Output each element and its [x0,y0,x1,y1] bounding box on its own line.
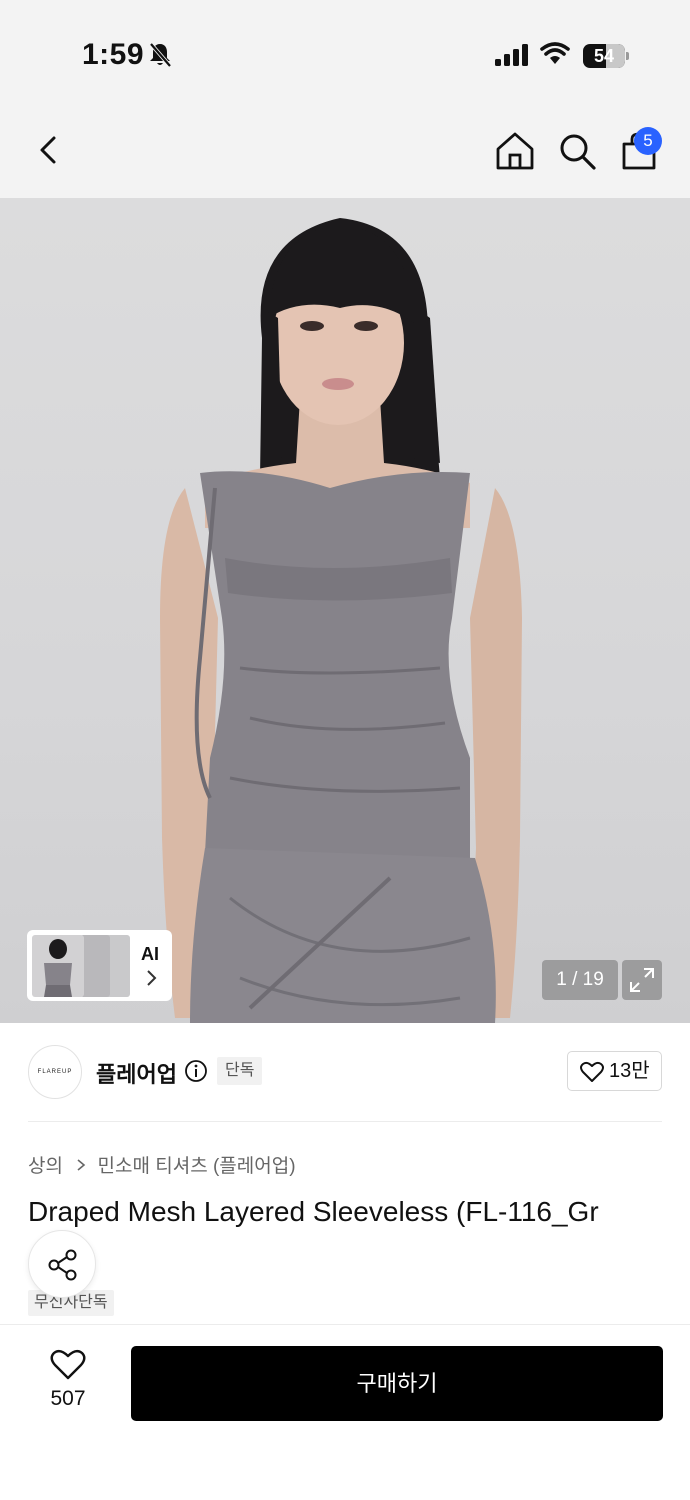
exclusive-badge: 단독 [217,1057,263,1085]
ai-label: AI [141,944,159,964]
bell-slash-icon [149,42,172,68]
divider [28,1121,662,1122]
share-button[interactable] [28,1230,96,1298]
product-title: Draped Mesh Layered Sleeveless (FL-116_G… [28,1196,599,1227]
wishlist-count: 507 [50,1387,86,1410]
buy-button[interactable]: 구매하기 [131,1346,663,1421]
share-icon [48,1249,77,1281]
chevron-right-icon [147,970,157,986]
thumbnail-model-icon [44,939,72,997]
thumbnail-image [32,935,84,997]
brand-logo[interactable]: FLAREUP [28,1045,82,1099]
breadcrumb: 상의 민소매 티셔츠 (플레어업) [28,1151,296,1178]
thumbnail-image [80,935,110,997]
chevron-right-icon [77,1159,86,1171]
breadcrumb-subcategory[interactable]: 민소매 티셔츠 (플레어업) [98,1156,296,1177]
top-nav-bar [0,100,690,198]
heart-icon [580,1061,604,1082]
brand-name[interactable]: 플레어업 [96,1057,177,1089]
expand-icon [630,968,654,992]
cart-count-badge: 5 [634,127,662,155]
status-bar: 1:59 54 [0,0,690,100]
info-icon[interactable] [184,1059,208,1083]
expand-button[interactable] [622,960,662,1000]
ai-thumbnail-strip[interactable] [27,930,172,1001]
signal-icon [495,44,528,66]
battery-icon: 54 [583,44,629,68]
search-icon[interactable] [556,130,598,172]
wishlist-button[interactable]: 507 [30,1345,106,1421]
status-time: 1:59 [82,38,145,71]
breadcrumb-category[interactable]: 상의 [28,1156,63,1177]
heart-icon [50,1349,86,1380]
wifi-icon [540,42,570,64]
product-image[interactable] [0,198,690,1023]
image-counter: 1 / 19 [542,960,618,1000]
brand-like-count: 13만 [609,1060,650,1082]
brand-like-button[interactable]: 13만 [567,1051,662,1091]
back-chevron-icon[interactable] [30,130,70,170]
battery-percent: 54 [593,46,615,66]
brand-logo-text: FLAREUP [37,1069,73,1075]
home-icon[interactable] [494,130,536,172]
model-photo [160,218,522,1023]
